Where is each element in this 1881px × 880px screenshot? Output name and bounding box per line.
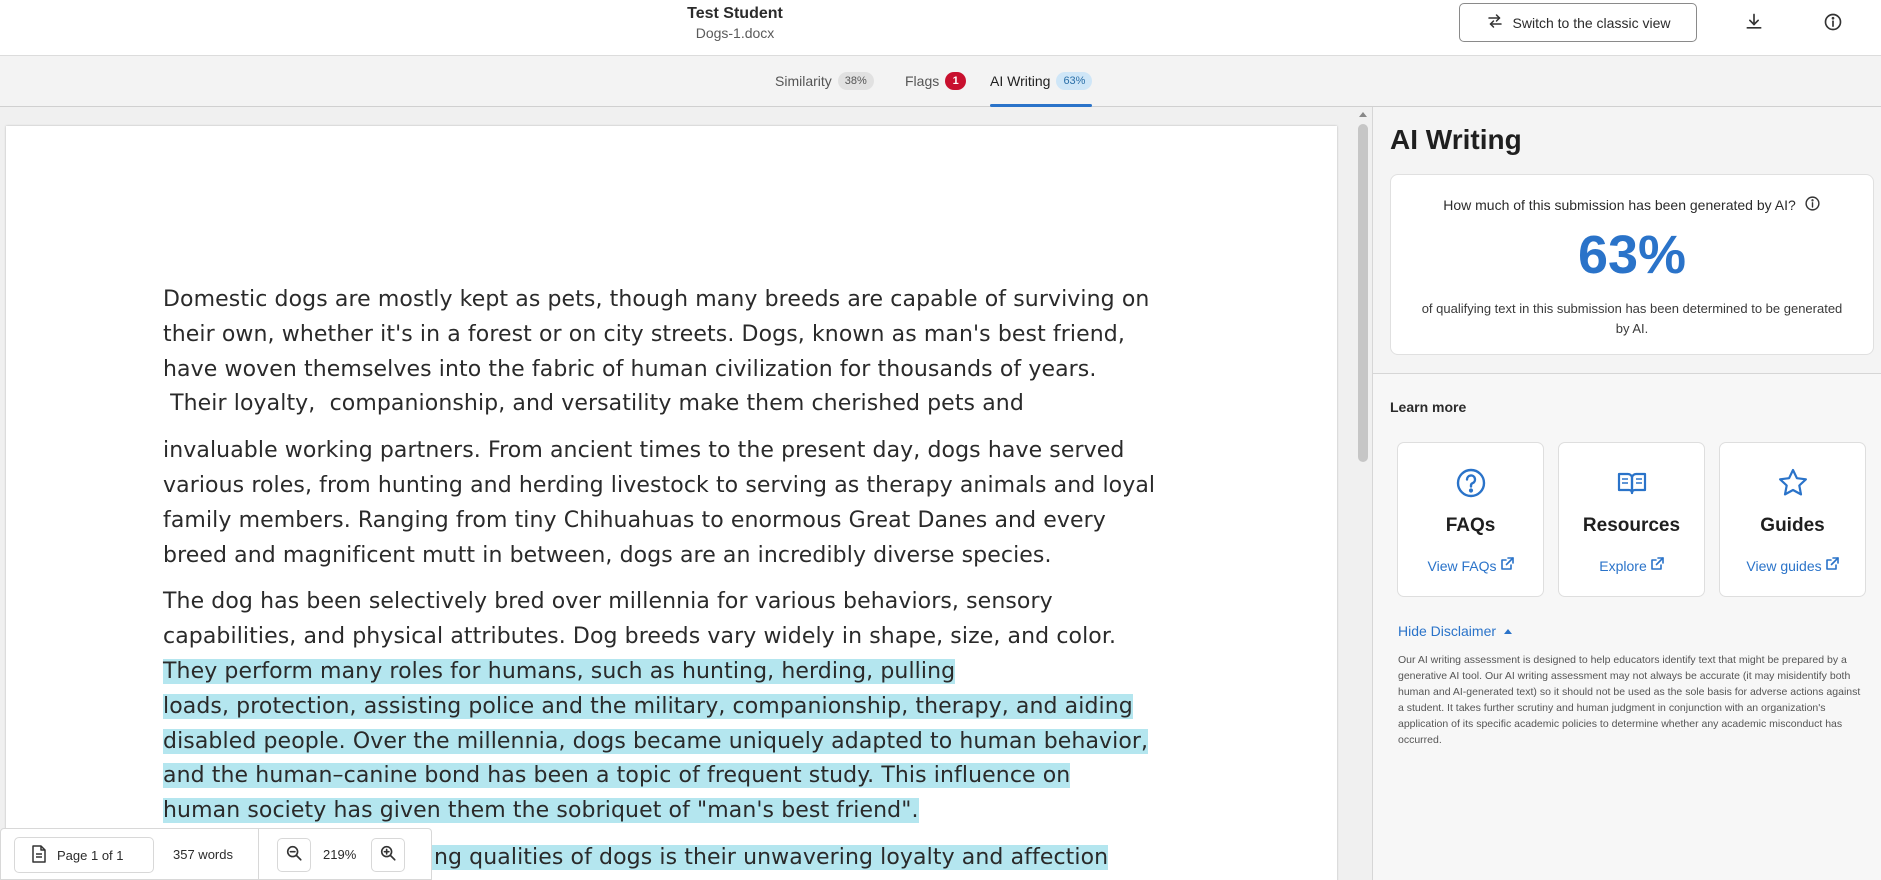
tab-label: AI Writing (990, 73, 1051, 89)
toolbar-divider (258, 829, 259, 879)
paragraph: invaluable working partners. From ancien… (163, 434, 1203, 573)
top-bar: Test Student Dogs-1.docx Switch to the c… (0, 0, 1881, 56)
text-line: their own, whether it's in a forest or o… (163, 321, 1125, 347)
text-line: various roles, from hunting and herding … (163, 472, 1156, 498)
viewer-toolbar: Page 1 of 1 357 words 219% (0, 828, 432, 880)
text-line: loads, protection, assisting police and … (163, 690, 1203, 725)
report-tabs: Similarity 38% Flags 1 AI Writing 63% (0, 56, 1881, 107)
learn-more-heading: Learn more (1390, 399, 1467, 415)
scroll-thumb[interactable] (1358, 124, 1368, 462)
text-line: have woven themselves into the fabric of… (163, 356, 1097, 382)
student-name: Test Student (687, 5, 783, 22)
tab-similarity[interactable]: Similarity 38% (775, 70, 874, 106)
link-text: Explore (1599, 557, 1647, 574)
document-viewer[interactable]: Domestic dogs are mostly kept as pets, t… (0, 107, 1372, 880)
zoom-out-button[interactable] (277, 838, 311, 872)
text-line: capabilities, and physical attributes. D… (163, 624, 1117, 650)
text-line: invaluable working partners. From ancien… (163, 438, 1125, 464)
page-indicator-button[interactable]: Page 1 of 1 (14, 837, 154, 873)
star-icon (1720, 467, 1865, 497)
similarity-score-pill: 38% (837, 72, 874, 90)
tab-flags[interactable]: Flags 1 (905, 70, 967, 106)
paragraph: The dog has been selectively bred over m… (163, 585, 1203, 829)
hide-disclaimer-label: Hide Disclaimer (1398, 623, 1497, 639)
ai-highlighted-text[interactable]: and the human–canine bond has been a top… (163, 763, 1071, 789)
ai-highlighted-text[interactable]: They perform many roles for humans, such… (163, 658, 956, 684)
caret-up-icon (1504, 628, 1513, 634)
download-icon (1744, 12, 1764, 37)
ai-score-value: 63% (1577, 225, 1687, 285)
score-question: How much of this submission has been gen… (1391, 195, 1873, 215)
link-text: View FAQs (1427, 557, 1497, 574)
open-book-icon (1559, 467, 1704, 497)
info-icon[interactable] (1804, 195, 1821, 215)
view-guides-link[interactable]: View guides (1720, 557, 1865, 574)
flags-count-badge: 1 (945, 72, 967, 90)
document-icon (31, 844, 47, 866)
ai-highlighted-text[interactable]: human society has given them the sobriqu… (163, 798, 919, 824)
zoom-in-button[interactable] (371, 838, 405, 872)
view-faqs-link[interactable]: View FAQs (1398, 557, 1543, 574)
zoom-in-icon (379, 844, 397, 867)
resource-title: Resources (1582, 515, 1681, 536)
zoom-out-icon (285, 844, 303, 867)
info-icon (1823, 12, 1843, 37)
external-link-icon (1500, 557, 1514, 574)
text-line: breed and magnificent mutt in between, d… (163, 542, 1052, 568)
swap-arrows-icon (1486, 12, 1504, 33)
external-link-icon (1825, 557, 1839, 574)
ai-highlighted-text[interactable]: disabled people. Over the millennia, dog… (163, 728, 1149, 754)
text-line: disabled people. Over the millennia, dog… (163, 725, 1203, 760)
disclaimer-text: Our AI writing assessment is designed to… (1398, 654, 1861, 746)
document-scrollbar[interactable] (1356, 110, 1370, 880)
resource-card-resources[interactable]: Resources Explore (1558, 442, 1705, 597)
document-page: Domestic dogs are mostly kept as pets, t… (6, 126, 1337, 880)
question-circle-icon (1398, 467, 1543, 498)
switch-classic-view-label: Switch to the classic view (1512, 14, 1671, 31)
page-indicator-label: Page 1 of 1 (57, 847, 124, 863)
tab-ai-writing[interactable]: AI Writing 63% (990, 70, 1093, 107)
tab-label: Flags (905, 73, 940, 89)
resource-title: FAQs (1445, 515, 1496, 536)
ai-score-description: of qualifying text in this submission ha… (1421, 301, 1843, 336)
panel-title: AI Writing (1390, 124, 1522, 155)
zoom-level: 219% (323, 847, 357, 862)
ai-score-section: AI Writing How much of this submission h… (1373, 107, 1881, 374)
text-line: Domestic dogs are mostly kept as pets, t… (163, 287, 1150, 312)
switch-classic-view-button[interactable]: Switch to the classic view (1459, 3, 1697, 42)
scroll-up-arrow[interactable] (1359, 112, 1367, 117)
external-link-icon (1650, 557, 1664, 574)
download-button[interactable] (1740, 10, 1768, 38)
ai-score-card: How much of this submission has been gen… (1390, 174, 1874, 355)
text-line: human society has given them the sobriqu… (163, 794, 1203, 829)
ai-highlighted-text[interactable]: loads, protection, assisting police and … (163, 693, 1133, 719)
text-line: The dog has been selectively bred over m… (163, 589, 1053, 615)
tab-label: Similarity (775, 73, 832, 89)
hide-disclaimer-toggle[interactable]: Hide Disclaimer (1398, 623, 1513, 639)
resource-card-guides[interactable]: Guides View guides (1719, 442, 1866, 597)
document-text: Domestic dogs are mostly kept as pets, t… (163, 283, 1203, 880)
ai-score-pill: 63% (1056, 72, 1093, 90)
score-question-text: How much of this submission has been gen… (1443, 197, 1796, 213)
resource-card-faqs[interactable]: FAQs View FAQs (1397, 442, 1544, 597)
paragraph: Domestic dogs are mostly kept as pets, t… (163, 283, 1203, 422)
text-line: and the human–canine bond has been a top… (163, 759, 1203, 794)
info-button[interactable] (1819, 10, 1847, 38)
link-text: View guides (1746, 557, 1822, 574)
text-line: family members. Ranging from tiny Chihua… (163, 507, 1106, 533)
word-count: 357 words (173, 847, 233, 862)
ai-writing-panel: AI Writing How much of this submission h… (1372, 107, 1881, 880)
resource-title: Guides (1760, 515, 1825, 536)
explore-link[interactable]: Explore (1559, 557, 1704, 574)
text-line: They perform many roles for humans, such… (163, 655, 1203, 690)
text-line: Their loyalty, companionship, and versat… (163, 391, 1024, 417)
submission-title: Test Student Dogs-1.docx (0, 4, 1470, 42)
file-name: Dogs-1.docx (695, 25, 775, 41)
